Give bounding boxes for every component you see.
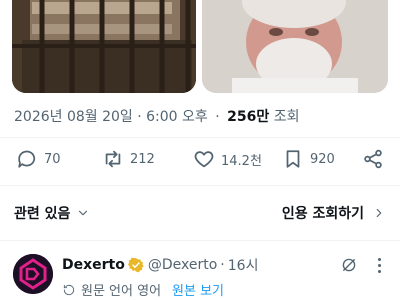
divider-middle bbox=[0, 185, 400, 186]
more-button[interactable] bbox=[372, 256, 386, 274]
grok-button[interactable] bbox=[340, 256, 358, 274]
more-icon-dot bbox=[377, 263, 381, 267]
translation-notice: 원문 언어 영어 원본 보기 bbox=[62, 280, 224, 299]
header-separator: · bbox=[220, 257, 225, 273]
avatar[interactable] bbox=[13, 254, 53, 294]
views-count: 256만 bbox=[227, 109, 270, 125]
retweet-icon bbox=[105, 150, 121, 168]
media-image-portrait[interactable] bbox=[202, 0, 388, 93]
bookmark-button[interactable]: 920 bbox=[282, 143, 335, 175]
translate-icon bbox=[63, 284, 75, 295]
author-name[interactable]: Dexerto bbox=[62, 257, 125, 273]
retweet-button[interactable]: 212 bbox=[102, 143, 155, 175]
view-quotes-link[interactable]: 인용 조회하기 bbox=[282, 203, 386, 223]
views-label: 조회 bbox=[273, 109, 300, 125]
bookmark-icon bbox=[286, 150, 300, 168]
reply-icon bbox=[18, 150, 36, 168]
post-meta: 2026년 08월 20일 · 6:00 오후 · 256만 조회 bbox=[14, 106, 300, 126]
divider-bottom bbox=[0, 240, 400, 241]
retweet-count: 212 bbox=[130, 151, 155, 167]
more-icon-dot bbox=[377, 257, 381, 261]
dexerto-logo bbox=[13, 254, 53, 294]
portrait-illustration bbox=[202, 0, 388, 93]
share-button[interactable] bbox=[362, 143, 384, 175]
like-button[interactable]: 14.2천 bbox=[193, 143, 262, 175]
post-timestamp[interactable]: 2026년 08월 20일 · 6:00 오후 bbox=[14, 109, 208, 125]
tweet-header: Dexerto @Dexerto · 16시 bbox=[62, 255, 258, 275]
reply-button[interactable]: 70 bbox=[16, 143, 61, 175]
divider-top bbox=[0, 137, 400, 138]
view-quotes-label: 인용 조회하기 bbox=[281, 206, 364, 222]
media-gallery bbox=[0, 0, 400, 94]
tweet-time[interactable]: 16시 bbox=[228, 255, 259, 275]
grok-icon bbox=[342, 258, 356, 272]
verified-badge-icon[interactable] bbox=[127, 257, 144, 273]
more-icon-dot bbox=[377, 269, 381, 273]
prison-cell-illustration bbox=[12, 0, 196, 93]
related-label: 관련 있음 bbox=[14, 206, 71, 222]
reply-count: 70 bbox=[44, 151, 61, 167]
heart-icon bbox=[194, 151, 214, 168]
related-toggle[interactable]: 관련 있음 bbox=[14, 203, 90, 223]
media-image-prison-cell[interactable] bbox=[12, 0, 196, 93]
chevron-right-icon bbox=[376, 208, 382, 218]
chevron-down-icon bbox=[79, 210, 88, 216]
action-bar: 70 212 14.2천 920 bbox=[0, 143, 400, 175]
bookmark-count: 920 bbox=[310, 151, 335, 167]
like-count: 14.2천 bbox=[221, 153, 262, 169]
author-handle[interactable]: @Dexerto bbox=[148, 257, 217, 273]
share-icon bbox=[364, 149, 382, 169]
show-original-link[interactable]: 원본 보기 bbox=[172, 280, 224, 299]
meta-separator: · bbox=[215, 109, 220, 125]
translated-notice: 원문 언어 영어 bbox=[81, 284, 162, 299]
